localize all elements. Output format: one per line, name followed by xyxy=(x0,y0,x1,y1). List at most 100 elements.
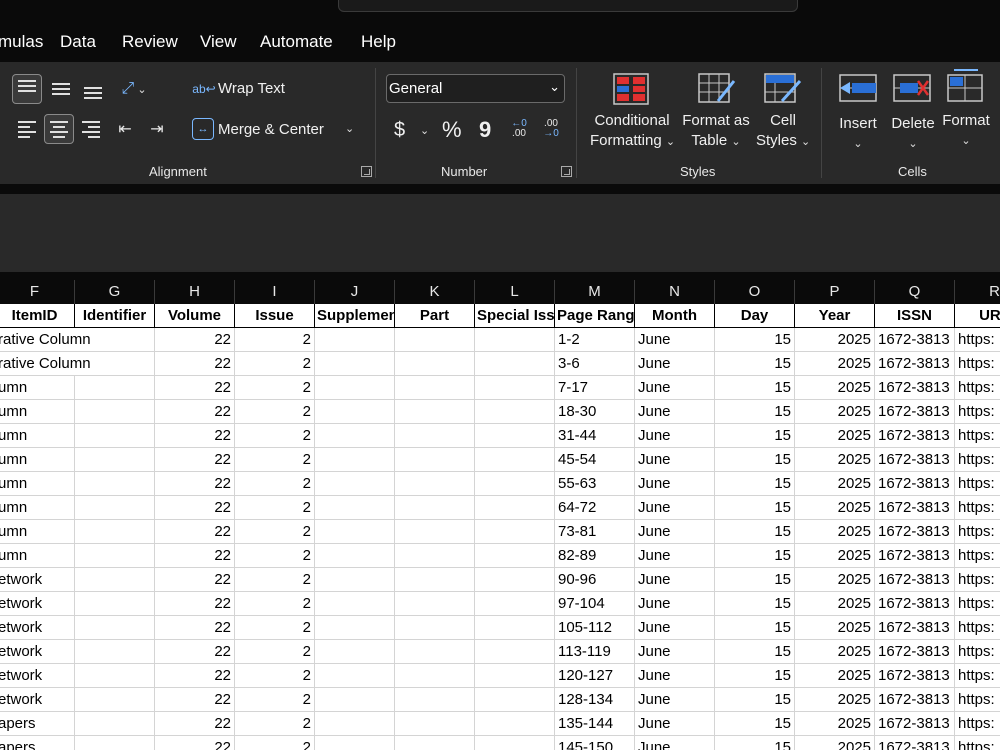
table-cell[interactable]: 1672-3813 xyxy=(875,592,955,616)
table-cell[interactable]: https: xyxy=(955,424,1000,448)
table-cell[interactable]: umn xyxy=(0,472,75,496)
table-cell[interactable]: 2025 xyxy=(795,424,875,448)
table-cell[interactable]: 2025 xyxy=(795,640,875,664)
table-cell[interactable] xyxy=(315,736,395,750)
table-cell[interactable]: 22 xyxy=(155,688,235,712)
table-cell[interactable] xyxy=(475,712,555,736)
table-cell[interactable]: 2025 xyxy=(795,592,875,616)
table-cell[interactable] xyxy=(75,592,155,616)
table-cell[interactable]: 22 xyxy=(155,424,235,448)
table-cell[interactable]: apers xyxy=(0,736,75,750)
table-cell[interactable] xyxy=(475,688,555,712)
table-cell[interactable] xyxy=(475,400,555,424)
table-cell[interactable]: June xyxy=(635,736,715,750)
column-header-k[interactable]: K xyxy=(395,280,475,304)
table-cell[interactable]: 22 xyxy=(155,592,235,616)
table-cell[interactable]: https: xyxy=(955,712,1000,736)
table-cell[interactable]: 2 xyxy=(235,400,315,424)
cell-styles-button[interactable]: Cell Styles ⌄ xyxy=(756,111,810,152)
currency-button[interactable]: $ xyxy=(394,119,405,142)
table-cell[interactable]: 2025 xyxy=(795,400,875,424)
table-cell[interactable]: https: xyxy=(955,376,1000,400)
table-cell[interactable] xyxy=(75,712,155,736)
table-cell[interactable] xyxy=(75,736,155,750)
header-cell[interactable]: Identifier xyxy=(75,304,155,328)
menu-review[interactable]: Review xyxy=(122,32,178,52)
chevron-down-icon[interactable]: ⌄ xyxy=(345,122,354,135)
table-cell[interactable]: 1-2 xyxy=(555,328,635,352)
table-cell[interactable]: 22 xyxy=(155,640,235,664)
table-cell[interactable] xyxy=(395,712,475,736)
table-cell[interactable] xyxy=(315,496,395,520)
table-cell[interactable] xyxy=(475,376,555,400)
table-cell[interactable]: 1672-3813 xyxy=(875,352,955,376)
header-cell[interactable]: Page Range xyxy=(555,304,635,328)
conditional-formatting-button[interactable]: Conditional Formatting ⌄ xyxy=(590,111,675,152)
table-cell[interactable] xyxy=(315,568,395,592)
table-cell[interactable] xyxy=(475,592,555,616)
table-cell[interactable] xyxy=(395,664,475,688)
table-cell[interactable] xyxy=(75,376,155,400)
table-cell[interactable]: 1672-3813 xyxy=(875,664,955,688)
format-as-table-button[interactable]: Format as Table ⌄ xyxy=(680,111,752,152)
table-cell[interactable]: 15 xyxy=(715,688,795,712)
table-cell[interactable] xyxy=(475,424,555,448)
table-cell[interactable]: 15 xyxy=(715,568,795,592)
table-cell[interactable]: 1672-3813 xyxy=(875,376,955,400)
table-cell[interactable]: 2 xyxy=(235,664,315,688)
table-cell[interactable]: 64-72 xyxy=(555,496,635,520)
table-cell[interactable]: 22 xyxy=(155,328,235,352)
table-cell[interactable]: 2025 xyxy=(795,736,875,750)
table-cell[interactable]: 2 xyxy=(235,544,315,568)
wrap-text-button[interactable]: Wrap Text xyxy=(218,80,285,97)
table-cell[interactable]: etwork xyxy=(0,592,75,616)
decrease-indent-button[interactable]: ⇤ xyxy=(110,114,140,144)
table-cell[interactable]: 1672-3813 xyxy=(875,496,955,520)
table-cell[interactable]: https: xyxy=(955,496,1000,520)
table-cell[interactable] xyxy=(75,328,155,352)
column-header-q[interactable]: Q xyxy=(875,280,955,304)
menu-help[interactable]: Help xyxy=(361,32,396,52)
table-cell[interactable]: 7-17 xyxy=(555,376,635,400)
search-box[interactable] xyxy=(338,0,798,12)
table-cell[interactable]: 2 xyxy=(235,712,315,736)
table-cell[interactable]: June xyxy=(635,544,715,568)
table-cell[interactable] xyxy=(75,616,155,640)
table-cell[interactable]: 15 xyxy=(715,496,795,520)
table-cell[interactable]: 22 xyxy=(155,376,235,400)
header-cell[interactable]: Month xyxy=(635,304,715,328)
table-cell[interactable]: https: xyxy=(955,736,1000,750)
table-cell[interactable]: June xyxy=(635,328,715,352)
column-header-n[interactable]: N xyxy=(635,280,715,304)
table-cell[interactable] xyxy=(475,520,555,544)
table-cell[interactable]: 145-150 xyxy=(555,736,635,750)
table-cell[interactable]: 2 xyxy=(235,520,315,544)
table-cell[interactable]: 15 xyxy=(715,592,795,616)
table-cell[interactable]: etwork xyxy=(0,568,75,592)
table-cell[interactable]: umn xyxy=(0,520,75,544)
table-cell[interactable]: umn xyxy=(0,496,75,520)
header-cell[interactable]: Issue xyxy=(235,304,315,328)
table-cell[interactable] xyxy=(315,544,395,568)
table-cell[interactable]: umn xyxy=(0,448,75,472)
table-cell[interactable]: 3-6 xyxy=(555,352,635,376)
table-cell[interactable]: June xyxy=(635,688,715,712)
table-cell[interactable] xyxy=(395,352,475,376)
table-cell[interactable]: 2025 xyxy=(795,328,875,352)
table-cell[interactable] xyxy=(395,544,475,568)
table-cell[interactable] xyxy=(395,592,475,616)
table-cell[interactable] xyxy=(475,616,555,640)
table-cell[interactable]: June xyxy=(635,448,715,472)
table-cell[interactable]: umn xyxy=(0,376,75,400)
column-header-p[interactable]: P xyxy=(795,280,875,304)
table-cell[interactable]: 2025 xyxy=(795,616,875,640)
table-cell[interactable]: 2 xyxy=(235,616,315,640)
table-cell[interactable]: 22 xyxy=(155,664,235,688)
table-cell[interactable] xyxy=(75,688,155,712)
column-header-j[interactable]: J xyxy=(315,280,395,304)
table-cell[interactable]: June xyxy=(635,712,715,736)
table-cell[interactable]: https: xyxy=(955,592,1000,616)
table-cell[interactable]: 22 xyxy=(155,472,235,496)
table-cell[interactable]: 2 xyxy=(235,688,315,712)
table-cell[interactable]: 120-127 xyxy=(555,664,635,688)
